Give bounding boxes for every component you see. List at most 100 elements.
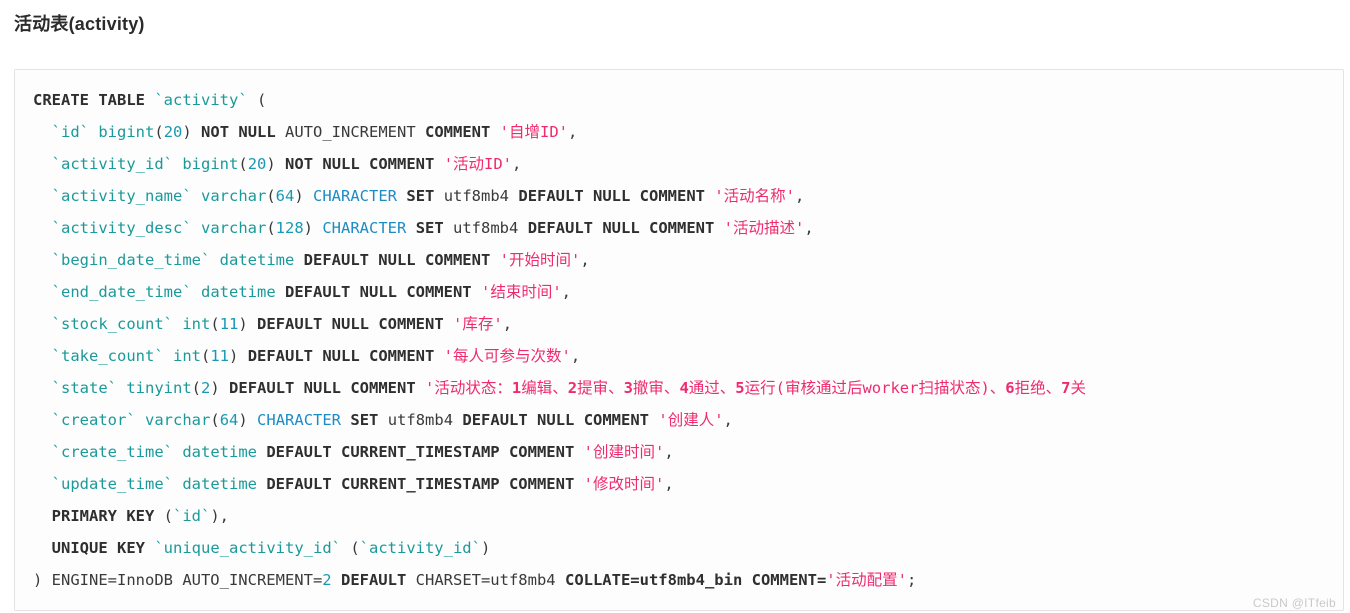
code-token: , (664, 475, 674, 493)
sql-code-block: CREATE TABLE `activity` ( `id` bigint (20… (14, 69, 1344, 611)
code-token: utf8mb4 (443, 219, 528, 237)
code-token: '活动状态： (425, 379, 512, 397)
code-token: 2 (322, 571, 332, 589)
code-token: '每人可参与次数' (443, 347, 571, 365)
code-token: 运行(审核通过后worker扫描状态)、 (744, 379, 1006, 397)
code-token: ( (266, 187, 276, 205)
code-token: `begin_date_time` (51, 251, 211, 269)
code-token: int (182, 315, 211, 333)
code-token: , (502, 315, 513, 333)
code-line: `activity_desc` varchar(128) CHARACTER S… (33, 212, 1343, 244)
code-token: 提审、 (577, 379, 624, 397)
code-token: ) (210, 379, 230, 397)
code-token: int (173, 347, 201, 365)
code-token: 2 (201, 379, 211, 397)
code-token: COLLATE=utf8mb4_bin (564, 571, 743, 589)
code-token: 128 (275, 219, 304, 237)
code-token: ; (906, 571, 917, 589)
code-token: `unique_activity_id` (154, 539, 341, 557)
code-token: ENGINE=InnoDB AUTO_INCREMENT= (51, 571, 323, 589)
code-token: '修改时间' (583, 475, 665, 493)
code-token: SET (406, 187, 435, 205)
code-token: DEFAULT NULL COMMENT (518, 187, 705, 205)
code-token: `create_time` (51, 443, 173, 461)
code-token: 11 (219, 315, 239, 333)
code-token: ( (210, 411, 220, 429)
code-token: '活动名称' (714, 187, 796, 205)
code-token: 64 (275, 187, 295, 205)
code-token: 关 (1070, 379, 1087, 397)
code-token: '活动描述' (723, 219, 805, 237)
code-token: `activity_id` (359, 539, 481, 557)
code-token: `update_time` (51, 475, 173, 493)
code-token: 2 (567, 379, 578, 397)
code-token: ( (210, 315, 220, 333)
code-token: '创建人' (658, 411, 724, 429)
code-line: `create_time` datetime DEFAULT CURRENT_T… (33, 436, 1343, 468)
code-token: ( (201, 347, 211, 365)
code-line: `stock_count` int(11) DEFAULT NULL COMME… (33, 308, 1343, 340)
code-token: , (804, 219, 814, 237)
code-token: 20 (163, 123, 183, 141)
code-token: , (664, 443, 674, 461)
code-token: `stock_count` (51, 315, 173, 333)
code-line: `state` tinyint(2) DEFAULT NULL COMMENT … (33, 372, 1343, 404)
code-token: DEFAULT NULL COMMENT (462, 411, 650, 429)
code-line: CREATE TABLE `activity` ( (33, 84, 1343, 116)
code-token: ( (247, 91, 267, 109)
code-token: NOT NULL COMMENT (285, 155, 435, 173)
code-token: CREATE TABLE (33, 91, 155, 109)
code-token: ( (340, 539, 360, 557)
code-token: `id` (173, 507, 211, 525)
code-token: '结束时间' (480, 283, 562, 301)
code-token: '库存' (453, 315, 503, 333)
code-token: , (568, 123, 578, 141)
code-token: '创建时间' (583, 443, 665, 461)
code-token: ( (266, 219, 276, 237)
code-line: `take_count` int(11) DEFAULT NULL COMMEN… (33, 340, 1343, 372)
code-token: bigint (98, 123, 155, 141)
code-token: utf8mb4 (434, 187, 519, 205)
code-token: DEFAULT (340, 571, 407, 589)
code-token: datetime (219, 251, 295, 269)
code-token: CHARACTER (257, 411, 342, 429)
code-token: `creator` (51, 411, 136, 429)
code-token: DEFAULT NULL COMMENT (229, 379, 416, 397)
sql-code-content: CREATE TABLE `activity` ( `id` bigint (20… (15, 70, 1343, 596)
code-line: ) ENGINE=InnoDB AUTO_INCREMENT=2 DEFAULT… (33, 564, 1343, 596)
code-token: ) (294, 187, 314, 205)
code-token: COMMENT= (751, 571, 827, 589)
code-token: utf8mb4 (378, 411, 463, 429)
code-token: '自增ID' (499, 123, 568, 141)
code-token: tinyint (126, 379, 192, 397)
code-token: PRIMARY KEY (51, 507, 155, 525)
code-token: ( (238, 155, 248, 173)
code-token: datetime (182, 443, 257, 461)
code-token: , (570, 347, 581, 365)
code-token: SET (415, 219, 444, 237)
code-token: 编辑、 (521, 379, 568, 397)
